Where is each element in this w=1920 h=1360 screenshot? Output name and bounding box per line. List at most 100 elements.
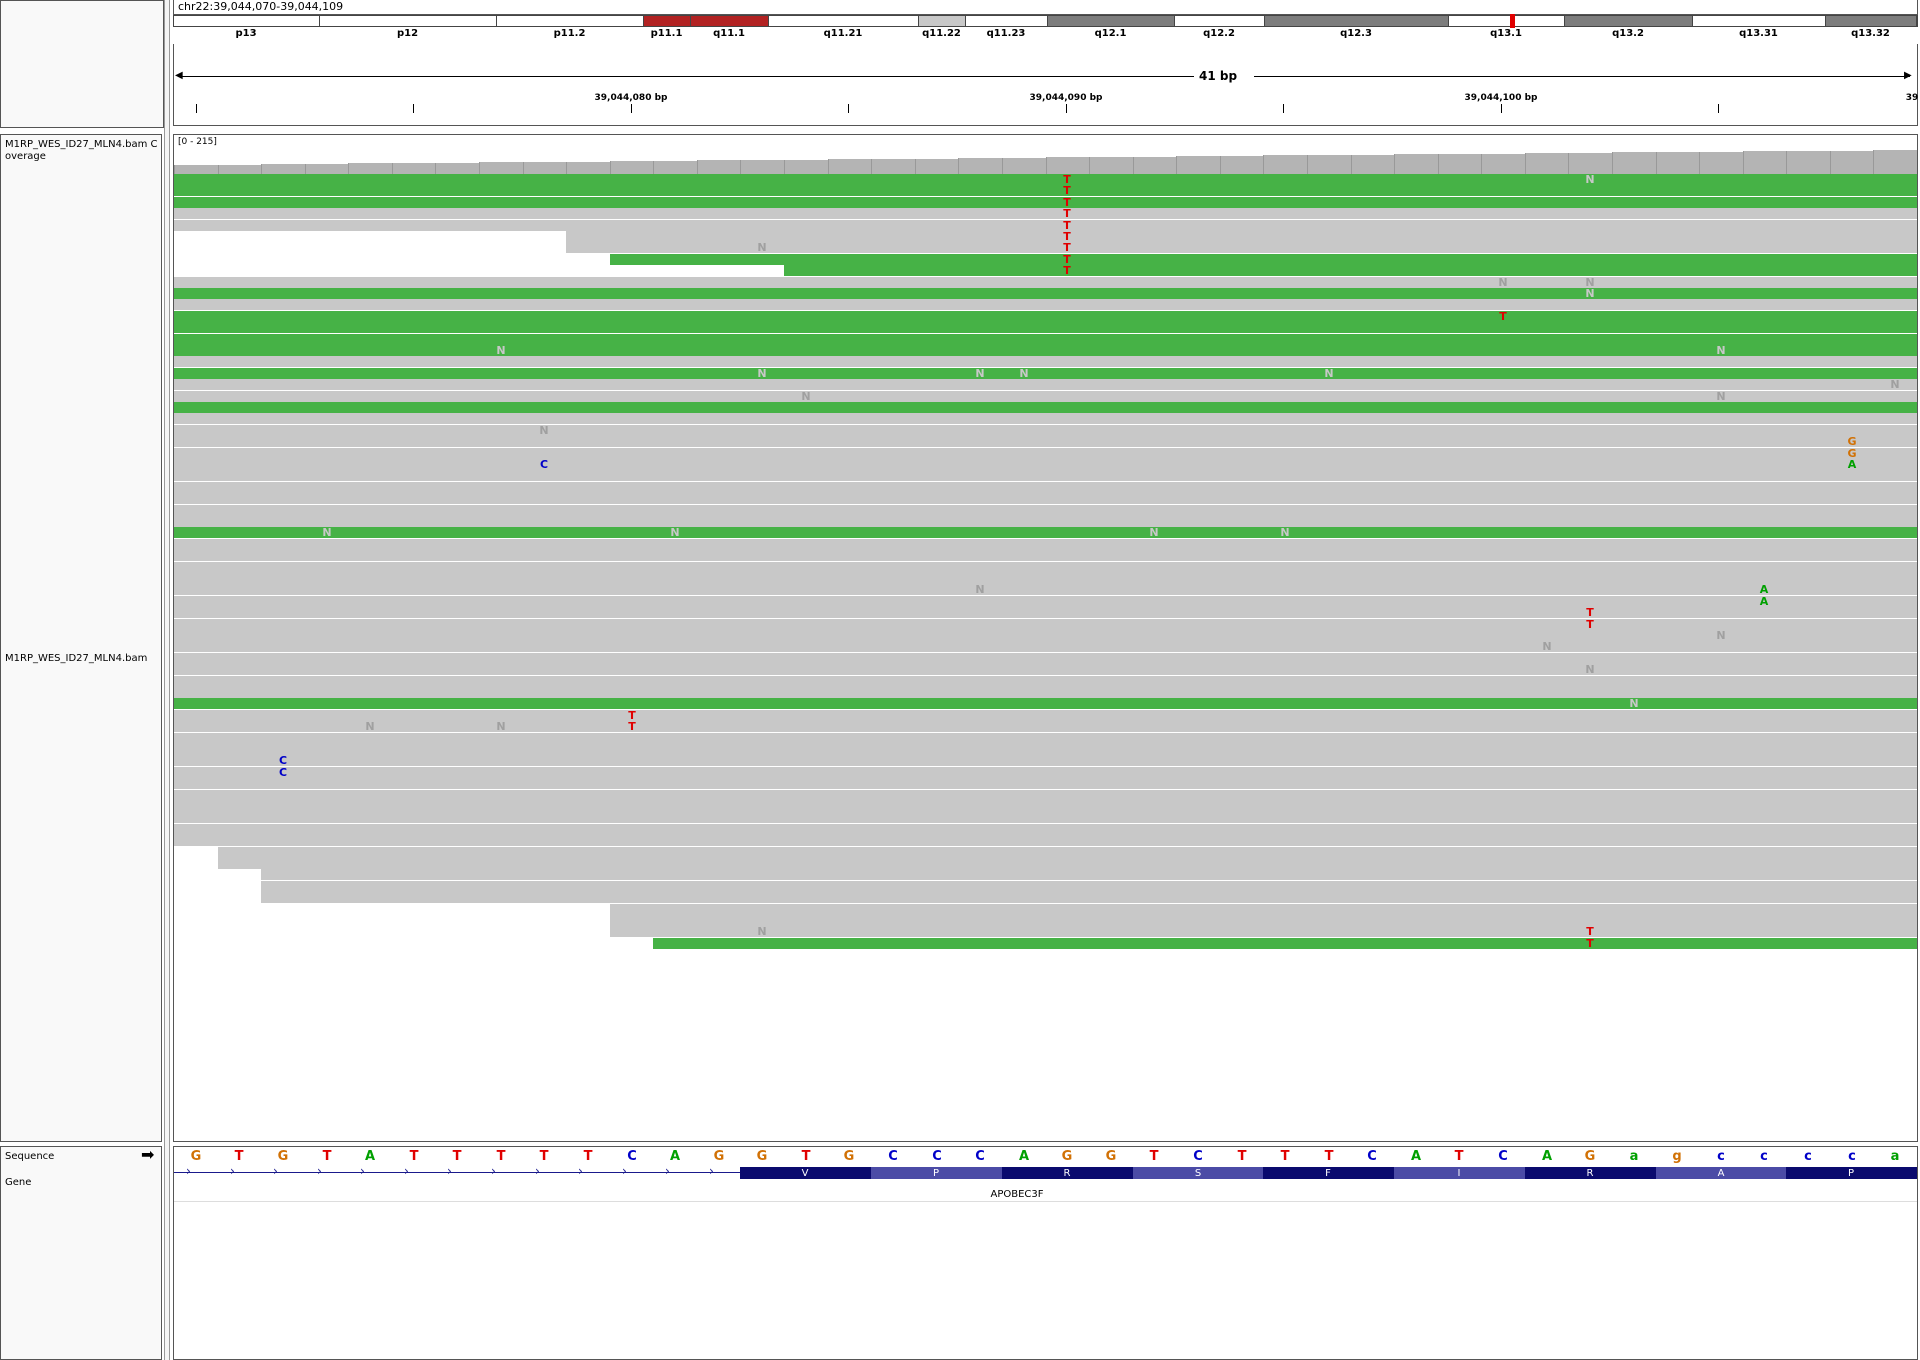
aligned-read[interactable] bbox=[261, 869, 1917, 880]
coverage-bar[interactable] bbox=[1351, 155, 1395, 174]
aligned-read[interactable] bbox=[610, 254, 1917, 265]
ideogram-band[interactable] bbox=[644, 16, 691, 26]
aligned-read[interactable] bbox=[174, 812, 1917, 823]
aligned-read[interactable] bbox=[174, 698, 1917, 709]
aligned-read[interactable] bbox=[174, 356, 1917, 367]
ideogram-band[interactable] bbox=[1449, 16, 1565, 26]
aligned-read[interactable] bbox=[174, 664, 1917, 675]
coverage-bar[interactable] bbox=[305, 164, 349, 174]
coverage-bar[interactable] bbox=[1612, 152, 1656, 174]
aligned-read[interactable] bbox=[174, 607, 1917, 618]
aligned-read[interactable] bbox=[174, 641, 1917, 652]
bam-track-name[interactable]: M1RP_WES_ID27_MLN4.bam bbox=[5, 653, 147, 665]
aligned-read[interactable] bbox=[174, 755, 1917, 766]
coverage-bar[interactable] bbox=[653, 161, 697, 174]
ideogram-band[interactable] bbox=[1565, 16, 1693, 26]
aligned-read[interactable] bbox=[174, 505, 1917, 516]
aligned-read[interactable] bbox=[174, 220, 1917, 231]
aligned-read[interactable] bbox=[174, 516, 1917, 527]
aligned-read[interactable] bbox=[174, 174, 1917, 185]
coverage-bar[interactable] bbox=[523, 162, 567, 174]
coverage-bar[interactable] bbox=[1525, 153, 1569, 174]
ideogram-band[interactable] bbox=[174, 16, 320, 26]
coverage-bar[interactable] bbox=[435, 163, 479, 174]
aligned-read[interactable] bbox=[174, 436, 1917, 447]
coverage-bar[interactable] bbox=[784, 160, 828, 174]
ideogram-band[interactable] bbox=[1693, 16, 1826, 26]
aligned-read[interactable] bbox=[174, 687, 1917, 698]
sequence-gene-panel[interactable]: G T G T A T T T T T C A G G T G C C C A G G T C T T T C A T C A Ga g c c c c a… bbox=[173, 1146, 1918, 1360]
coverage-bar[interactable] bbox=[1873, 150, 1917, 174]
aligned-read[interactable] bbox=[174, 288, 1917, 299]
coverage-bar[interactable] bbox=[1699, 152, 1743, 174]
coverage-track-name[interactable]: M1RP_WES_ID27_MLN4.bam Coverage bbox=[5, 139, 161, 163]
ideogram-band[interactable] bbox=[966, 16, 1048, 26]
aligned-read[interactable] bbox=[784, 265, 1917, 276]
coverage-bar[interactable] bbox=[697, 160, 741, 174]
aligned-read[interactable] bbox=[174, 744, 1917, 755]
aligned-read[interactable] bbox=[174, 562, 1917, 573]
coverage-bar[interactable] bbox=[915, 159, 959, 174]
aligned-read[interactable] bbox=[174, 368, 1917, 379]
coverage-bar[interactable] bbox=[1046, 157, 1090, 174]
strand-arrow-icon[interactable]: ➡ bbox=[141, 1147, 154, 1163]
aligned-read[interactable] bbox=[174, 334, 1917, 345]
coverage-bar[interactable] bbox=[218, 165, 262, 174]
aligned-read[interactable] bbox=[174, 676, 1917, 687]
coverage-bar[interactable] bbox=[261, 164, 305, 174]
aligned-read[interactable] bbox=[566, 231, 1917, 242]
aligned-read[interactable] bbox=[174, 413, 1917, 424]
coverage-bar[interactable] bbox=[1002, 158, 1046, 174]
aligned-read[interactable] bbox=[174, 185, 1917, 196]
aligned-read[interactable] bbox=[610, 904, 1917, 915]
aligned-read[interactable] bbox=[174, 619, 1917, 630]
coverage-bar[interactable] bbox=[1176, 156, 1220, 174]
aligned-read[interactable] bbox=[174, 573, 1917, 584]
aligned-read[interactable] bbox=[174, 391, 1917, 402]
coverage-bar[interactable] bbox=[871, 159, 915, 174]
ideogram-band[interactable] bbox=[1826, 16, 1917, 26]
coverage-bar[interactable] bbox=[1786, 151, 1830, 174]
ideogram-band[interactable] bbox=[1265, 16, 1449, 26]
coverage-bar[interactable] bbox=[348, 163, 392, 174]
chromosome-ideogram[interactable] bbox=[173, 15, 1918, 27]
coverage-bar[interactable] bbox=[1568, 153, 1612, 174]
coverage-bar[interactable] bbox=[392, 163, 436, 174]
coverage-track[interactable]: [0 - 215] bbox=[173, 134, 1918, 174]
aligned-read[interactable] bbox=[174, 630, 1917, 641]
coverage-bar[interactable] bbox=[610, 161, 654, 174]
aligned-read[interactable] bbox=[174, 710, 1917, 721]
column-divider[interactable] bbox=[164, 0, 170, 1360]
coverage-bar[interactable] bbox=[1394, 154, 1438, 174]
aligned-read[interactable] bbox=[174, 550, 1917, 561]
coverage-bar[interactable] bbox=[566, 162, 610, 174]
aligned-read[interactable] bbox=[174, 379, 1917, 390]
aligned-read[interactable] bbox=[653, 938, 1917, 949]
aligned-read[interactable] bbox=[174, 197, 1917, 208]
ruler[interactable]: ◀ ▶ 41 bp 39,044,080 bp 39,044,090 bp 39… bbox=[173, 44, 1918, 126]
aligned-read[interactable] bbox=[261, 881, 1917, 892]
aligned-read[interactable] bbox=[174, 767, 1917, 778]
aligned-read[interactable] bbox=[174, 425, 1917, 436]
aligned-read[interactable] bbox=[174, 459, 1917, 470]
aligned-read[interactable] bbox=[174, 345, 1917, 356]
coverage-bar[interactable] bbox=[1133, 157, 1177, 174]
aligned-read[interactable] bbox=[174, 721, 1917, 732]
aligned-read[interactable] bbox=[174, 733, 1917, 744]
aligned-read[interactable] bbox=[610, 915, 1917, 926]
ideogram-band[interactable] bbox=[919, 16, 966, 26]
aligned-read[interactable] bbox=[174, 778, 1917, 789]
aligned-read[interactable] bbox=[174, 653, 1917, 664]
aligned-read[interactable] bbox=[174, 482, 1917, 493]
coverage-bar[interactable] bbox=[1830, 151, 1874, 174]
aligned-read[interactable] bbox=[261, 892, 1917, 903]
sequence-track-name[interactable]: Sequence bbox=[5, 1151, 54, 1163]
coverage-bar[interactable] bbox=[1656, 152, 1700, 174]
coverage-bar[interactable] bbox=[740, 160, 784, 174]
aligned-read[interactable] bbox=[174, 448, 1917, 459]
aligned-read[interactable] bbox=[174, 596, 1917, 607]
coverage-bar[interactable] bbox=[958, 158, 1002, 174]
coverage-bar[interactable] bbox=[1481, 154, 1525, 174]
ideogram-band[interactable] bbox=[691, 16, 769, 26]
aligned-read[interactable] bbox=[610, 926, 1917, 937]
